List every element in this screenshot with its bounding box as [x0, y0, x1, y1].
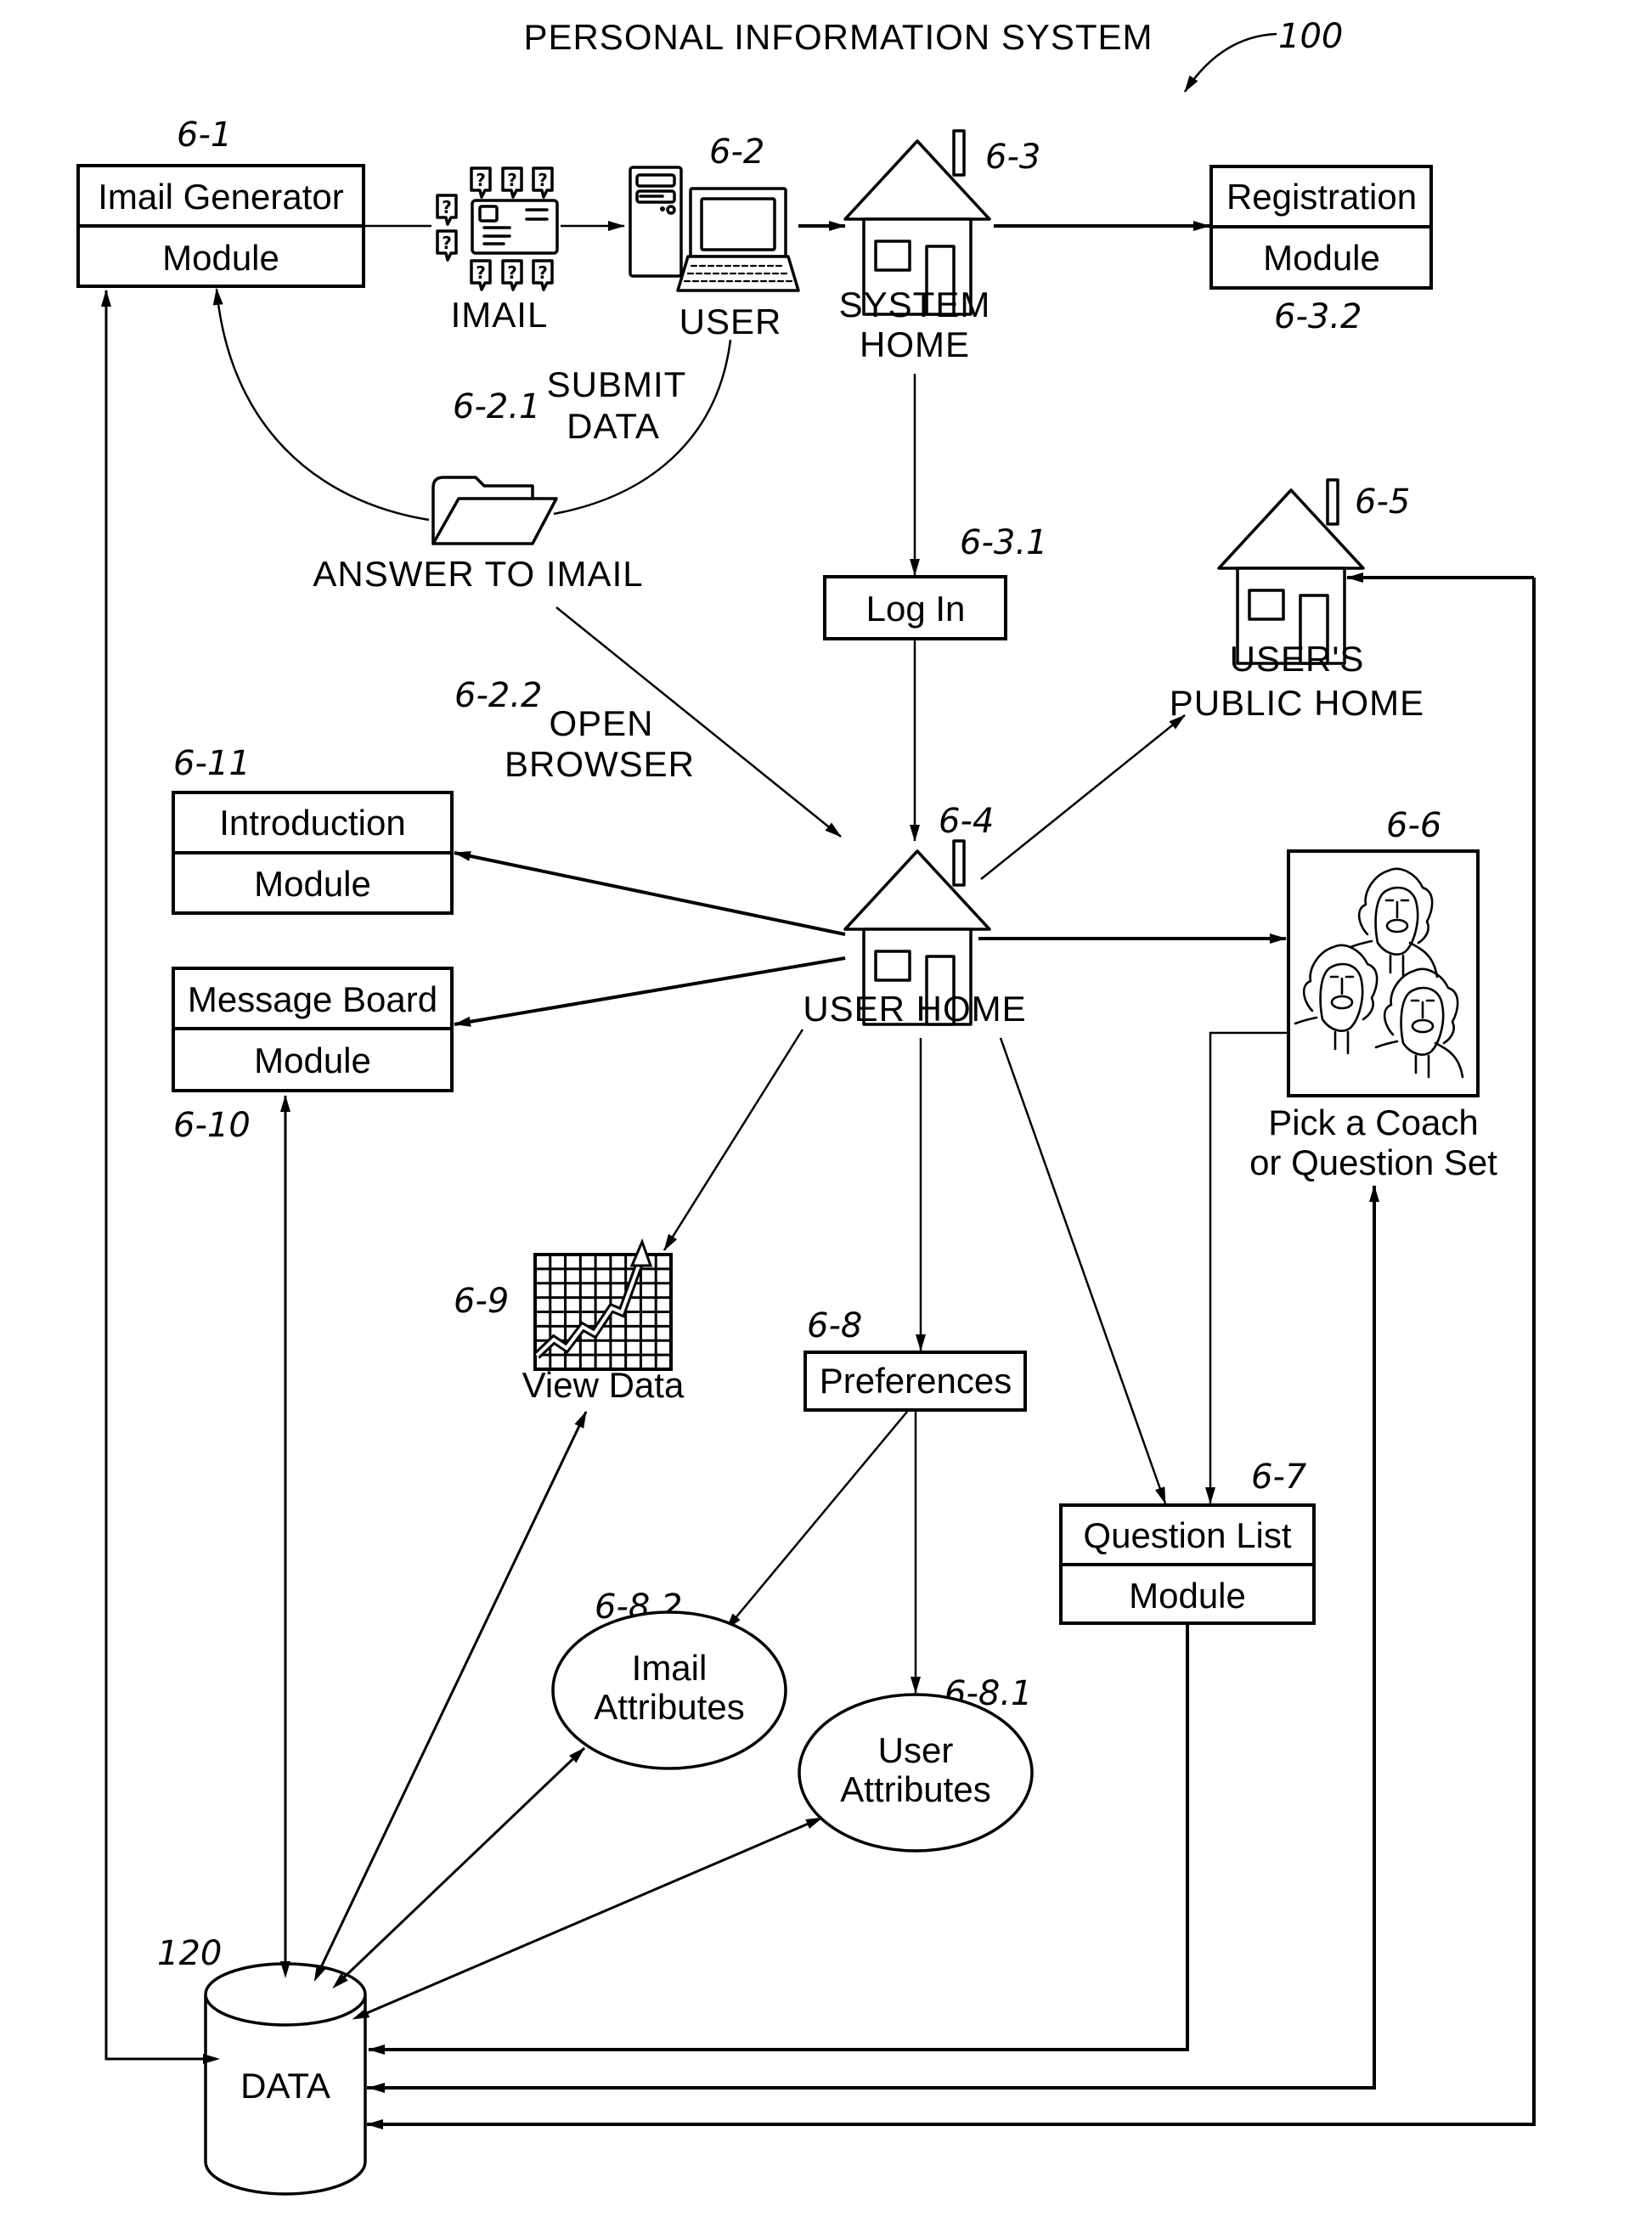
- imail-generator-subtitle: Module: [162, 238, 279, 278]
- preferences-ref: 6-8: [807, 1306, 862, 1345]
- view-data-node[interactable]: 6-9 View Data: [454, 1238, 685, 1405]
- open-browser-label-line2: BROWSER: [505, 744, 695, 784]
- message-board-module[interactable]: Message Board Module 6-10: [172, 967, 454, 1145]
- user-home-label: USER HOME: [803, 989, 1026, 1029]
- system-home-label-line2: HOME: [860, 324, 970, 364]
- introduction-module[interactable]: 6-11 Introduction Module: [172, 744, 454, 915]
- message-board-subtitle: Module: [254, 1041, 371, 1080]
- arrow-data-view-data: [313, 1411, 588, 1982]
- user-attributes-node[interactable]: 6-8.1 User Attributes: [798, 1674, 1034, 1853]
- user-attributes-label-line2: Attributes: [840, 1769, 990, 1809]
- introduction-ref: 6-11: [173, 744, 251, 783]
- coach-ref: 6-6: [1386, 806, 1441, 845]
- log-in-label: Log In: [866, 589, 966, 629]
- log-in-ref: 6-3.1: [960, 523, 1048, 562]
- introduction-title: Introduction: [219, 803, 405, 843]
- submit-data-curve-generator: [212, 288, 430, 522]
- user-ref: 6-2: [709, 133, 764, 172]
- submit-data-ref: 6-2.1: [453, 387, 541, 426]
- user-node[interactable]: 6-2 USER: [629, 133, 800, 341]
- imail-generator-module[interactable]: 6-1 Imail Generator Module: [76, 116, 365, 288]
- arrow-user-home-to-message-board: [454, 956, 846, 1027]
- user-home-ref: 6-4: [939, 802, 994, 841]
- coach-label-line1: Pick a Coach: [1268, 1103, 1478, 1142]
- folder-icon: [431, 476, 558, 545]
- system-ref-leader: [1183, 32, 1277, 93]
- submit-data-label-line2: DATA: [567, 406, 660, 446]
- imail-envelope-icon: [436, 166, 559, 291]
- answer-to-imail-label: ANSWER TO IMAIL: [313, 554, 643, 594]
- arrow-data-imail-generator: [101, 290, 220, 2064]
- system-ref-label: 100: [1278, 17, 1343, 56]
- public-home-node[interactable]: 6-5 USER'S PUBLIC HOME: [1170, 478, 1424, 723]
- registration-subtitle: Module: [1263, 238, 1380, 278]
- public-home-label-line1: USER'S: [1230, 639, 1365, 679]
- answer-to-imail-node[interactable]: ANSWER TO IMAIL: [313, 476, 643, 594]
- registration-ref: 6-3.2: [1274, 297, 1362, 336]
- submit-data-label-line1: SUBMIT: [547, 364, 687, 404]
- registration-title: Registration: [1226, 177, 1417, 217]
- arrow-data-to-coach: [367, 1185, 1379, 2090]
- introduction-subtitle: Module: [254, 864, 371, 904]
- arrow-preferences-to-imail-attributes: [725, 1411, 908, 1630]
- system-home-ref: 6-3: [985, 138, 1040, 177]
- view-data-ref: 6-9: [454, 1282, 509, 1321]
- arrow-user-home-to-view-data: [662, 1029, 804, 1251]
- imail-attributes-node[interactable]: 6-8.2 Imail Attributes: [551, 1588, 787, 1770]
- computer-icon: [629, 166, 800, 292]
- data-store-ref: 120: [157, 1934, 222, 1973]
- system-home-label-line1: SYSTEM: [839, 285, 991, 324]
- open-browser-ref: 6-2.2: [454, 676, 543, 715]
- preferences-label: Preferences: [820, 1361, 1012, 1401]
- user-attributes-label-line1: User: [878, 1730, 954, 1770]
- system-home-node[interactable]: 6-3 SYSTEM HOME: [839, 129, 1041, 364]
- arrow-user-home-to-question-list: [999, 1037, 1167, 1504]
- question-list-ref: 6-7: [1251, 1458, 1307, 1497]
- question-list-module[interactable]: 6-7 Question List Module: [1059, 1458, 1316, 1625]
- data-store-label: DATA: [240, 2066, 330, 2106]
- arrow-user-home-to-public-home: [980, 714, 1186, 880]
- chart-icon: [533, 1238, 673, 1371]
- data-store-node[interactable]: 120 DATA: [157, 1934, 367, 2196]
- coach-label-line2: or Question Set: [1249, 1142, 1497, 1182]
- arrow-data-imail-attributes: [332, 1746, 586, 1989]
- message-board-title: Message Board: [188, 979, 437, 1019]
- registration-module[interactable]: Registration Module 6-3.2: [1209, 165, 1433, 336]
- public-home-label-line2: PUBLIC HOME: [1170, 683, 1424, 723]
- imail-generator-ref: 6-1: [177, 116, 232, 155]
- imail-node[interactable]: IMAIL: [436, 166, 559, 335]
- view-data-label: View Data: [522, 1365, 685, 1405]
- question-list-title: Question List: [1083, 1515, 1291, 1555]
- open-browser-label-line1: OPEN: [549, 703, 653, 743]
- public-home-ref: 6-5: [1355, 482, 1410, 522]
- preferences-node[interactable]: 6-8 Preferences: [803, 1306, 1027, 1412]
- imail-attributes-label-line1: Imail: [632, 1648, 708, 1688]
- log-in-button[interactable]: Log In: [823, 575, 1007, 640]
- user-label: USER: [679, 302, 782, 341]
- coach-box: [1287, 849, 1480, 1097]
- house-icon: [1217, 478, 1365, 665]
- personal-information-system-diagram: ? PERSONAL INFORMATION SYSTEM 100 6-1 Im…: [76, 17, 1536, 2196]
- imail-generator-title: Imail Generator: [98, 177, 343, 217]
- message-board-ref: 6-10: [173, 1106, 251, 1145]
- arrow-data-user-attributes: [352, 1816, 823, 2020]
- diagram-title: PERSONAL INFORMATION SYSTEM: [523, 17, 1153, 57]
- imail-attributes-label-line2: Attributes: [594, 1687, 744, 1727]
- question-list-subtitle: Module: [1129, 1576, 1246, 1616]
- coach-node[interactable]: 6-6 Pick a Coach or Question Set: [1249, 806, 1497, 1182]
- imail-label: IMAIL: [451, 295, 549, 335]
- arrow-user-home-to-introduction: [454, 851, 846, 936]
